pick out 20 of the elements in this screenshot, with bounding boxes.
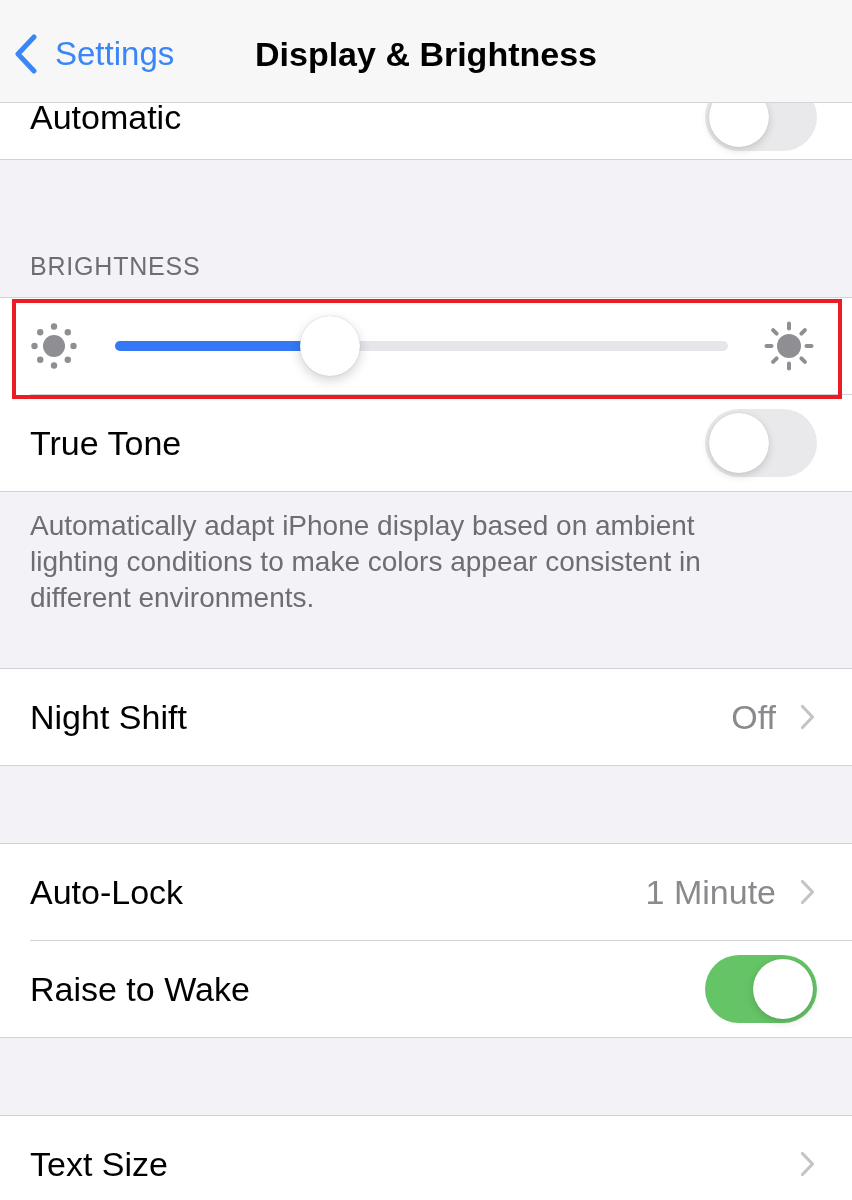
screen-title: Display & Brightness: [255, 34, 597, 74]
slider-thumb[interactable]: [299, 316, 360, 376]
row-label: True Tone: [30, 423, 182, 463]
row-value: 1 Minute: [645, 872, 776, 912]
back-chevron-icon: [14, 34, 38, 74]
row-label[interactable]: Night Shift: [30, 697, 187, 737]
chevron-right-icon: [800, 704, 815, 730]
section-header: BRIGHTNESS: [29, 251, 202, 282]
row-label: Raise to Wake: [30, 969, 250, 1009]
brightness-low-icon: [31, 323, 77, 369]
brightness-high-icon: [764, 321, 814, 371]
row-label[interactable]: Text Size: [30, 1144, 168, 1184]
row-value: Off: [731, 697, 776, 737]
row-label: Automatic: [30, 103, 182, 134]
row-label[interactable]: Auto-Lock: [30, 872, 184, 912]
chevron-right-icon: [800, 1151, 815, 1177]
brightness-slider-track[interactable]: [115, 316, 728, 376]
toggle-switch[interactable]: [705, 103, 817, 151]
section-footer: Automatically adapt iPhone display based on ambient lighting conditions to make colors appear consistent in different environments.: [0, 492, 852, 668]
chevron-right-icon: [800, 879, 815, 905]
